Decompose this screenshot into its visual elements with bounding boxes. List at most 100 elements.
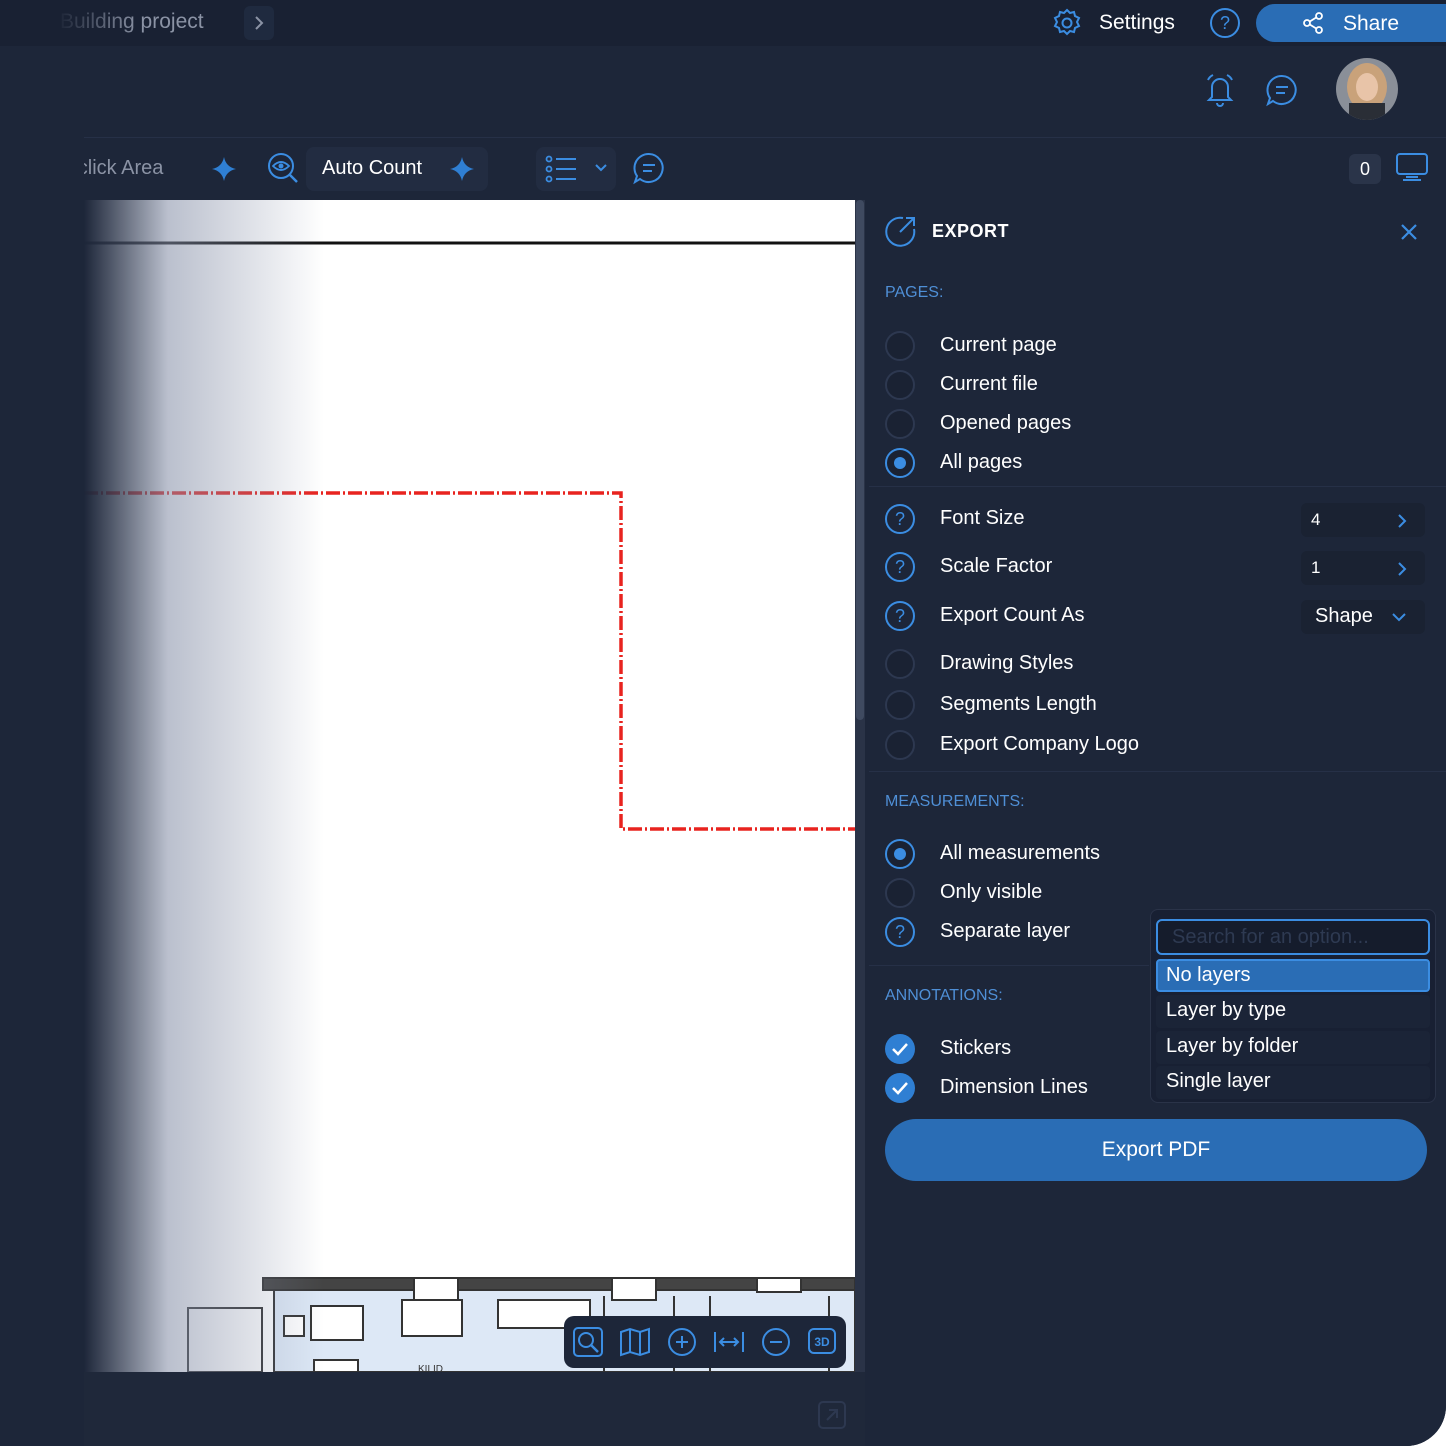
- radio-button-selected[interactable]: [885, 839, 915, 869]
- check-icon: [892, 1082, 908, 1095]
- option-label: Current file: [940, 373, 1038, 395]
- option-label: All measurements: [940, 842, 1101, 864]
- help-icon[interactable]: ?: [885, 917, 915, 947]
- zoom-fit-icon[interactable]: [572, 1326, 604, 1358]
- fit-width-icon[interactable]: [712, 1326, 746, 1358]
- chevron-right-icon[interactable]: [1397, 561, 1407, 577]
- help-icon[interactable]: ?: [885, 601, 915, 631]
- open-external-icon[interactable]: [817, 1400, 847, 1430]
- user-avatar[interactable]: [1335, 57, 1399, 121]
- help-icon[interactable]: ?: [1209, 7, 1241, 39]
- comment-icon[interactable]: [632, 151, 666, 185]
- bell-icon[interactable]: [1203, 72, 1237, 108]
- scale-factor-value: 1: [1311, 558, 1321, 577]
- option-label: Stickers: [940, 1037, 1012, 1059]
- option-label: Opened pages: [940, 412, 1072, 434]
- bottom-bar: [84, 1372, 865, 1446]
- list-view-dropdown[interactable]: [536, 147, 616, 191]
- radio-button[interactable]: [885, 331, 915, 361]
- chevron-down-icon: [1392, 613, 1406, 622]
- check-icon: [892, 1043, 908, 1056]
- option-label: Dimension Lines: [940, 1076, 1088, 1098]
- gear-icon[interactable]: [1051, 7, 1083, 39]
- dropdown-search-input[interactable]: [1156, 919, 1430, 955]
- annotations-section-label: ANNOTATIONS:: [885, 987, 1003, 1004]
- checkbox-unchecked[interactable]: [885, 649, 915, 679]
- close-icon[interactable]: [1398, 221, 1420, 243]
- option-label: All pages: [940, 451, 1023, 473]
- export-pdf-button[interactable]: Export PDF: [885, 1119, 1427, 1181]
- section-divider: [869, 771, 1446, 772]
- chevron-down-icon: [595, 164, 607, 172]
- settings-button[interactable]: Settings: [1099, 11, 1175, 35]
- top-bar: Building project Settings ? Share: [0, 0, 1446, 46]
- svg-text:3D: 3D: [814, 1335, 830, 1349]
- export-count-as-value: Shape: [1315, 605, 1373, 627]
- scale-factor-stepper[interactable]: 1: [1301, 551, 1425, 585]
- sparkle-icon: [450, 157, 474, 181]
- auto-count-button[interactable]: Auto Count: [306, 147, 488, 191]
- zoom-out-icon[interactable]: [760, 1326, 792, 1358]
- zoom-toolbar: 3D: [564, 1316, 846, 1368]
- radio-button[interactable]: [885, 370, 915, 400]
- section-divider: [869, 965, 1149, 966]
- option-label: Font Size: [940, 507, 1025, 529]
- drawing-canvas[interactable]: KILID: [84, 200, 855, 1372]
- option-label: Export Count As: [940, 604, 1085, 626]
- option-label: Separate layer: [940, 920, 1071, 942]
- dropdown-option-layer-by-type[interactable]: Layer by type: [1156, 995, 1430, 1028]
- room-label: KILID: [418, 1364, 443, 1372]
- eye-scan-icon[interactable]: [266, 151, 300, 185]
- measurements-section-label: MEASUREMENTS:: [885, 793, 1025, 810]
- dropdown-option-single-layer[interactable]: Single layer: [1156, 1066, 1430, 1099]
- share-button[interactable]: Share: [1256, 4, 1446, 42]
- pages-section-label: PAGES:: [885, 284, 944, 301]
- breadcrumb-fade: [0, 0, 140, 46]
- dropdown-option-no-layers[interactable]: No layers: [1156, 959, 1430, 992]
- panel-title: EXPORT: [932, 221, 1010, 241]
- radio-button-selected[interactable]: [885, 448, 915, 478]
- zoom-in-icon[interactable]: [666, 1326, 698, 1358]
- chevron-right-icon[interactable]: [1397, 513, 1407, 529]
- help-icon[interactable]: ?: [885, 504, 915, 534]
- app-window: Building project Settings ? Share: [0, 0, 1446, 1446]
- radio-button[interactable]: [885, 409, 915, 439]
- export-count-as-select[interactable]: Shape: [1301, 600, 1425, 634]
- layer-dropdown: No layers Layer by type Layer by folder …: [1150, 909, 1436, 1103]
- font-size-value: 4: [1311, 510, 1321, 529]
- count-badge: 0: [1349, 154, 1381, 184]
- checkbox-checked[interactable]: [885, 1073, 915, 1103]
- export-panel: EXPORT PAGES: Current page Current file …: [869, 200, 1446, 1446]
- chat-icon[interactable]: [1265, 73, 1299, 107]
- list-icon: [545, 155, 576, 183]
- checkbox-unchecked[interactable]: [885, 730, 915, 760]
- checkbox-checked[interactable]: [885, 1034, 915, 1064]
- export-pdf-label: Export PDF: [1101, 1138, 1211, 1161]
- chevron-right-icon: [255, 16, 264, 30]
- svg-text:?: ?: [1220, 13, 1230, 33]
- header-divider: [84, 137, 1446, 138]
- help-icon[interactable]: ?: [885, 552, 915, 582]
- auto-count-label: Auto Count: [322, 157, 423, 179]
- option-label: Segments Length: [940, 693, 1097, 715]
- option-label: Drawing Styles: [940, 652, 1074, 674]
- dropdown-option-layer-by-folder[interactable]: Layer by folder: [1156, 1031, 1430, 1064]
- share-label: Share: [1343, 12, 1400, 35]
- 3d-view-icon[interactable]: 3D: [806, 1326, 840, 1358]
- sparkle-icon: [212, 157, 236, 181]
- section-divider: [869, 486, 1446, 487]
- option-label: Scale Factor: [940, 555, 1053, 577]
- share-icon: [1303, 12, 1323, 34]
- monitor-icon[interactable]: [1394, 151, 1430, 185]
- font-size-stepper[interactable]: 4: [1301, 503, 1425, 537]
- export-icon: [885, 216, 916, 247]
- breadcrumb-next-button[interactable]: [244, 6, 274, 40]
- option-label: Export Company Logo: [940, 733, 1140, 755]
- map-icon[interactable]: [618, 1326, 652, 1358]
- option-label: Only visible: [940, 881, 1043, 903]
- radio-button[interactable]: [885, 878, 915, 908]
- left-fade: [0, 46, 84, 1446]
- canvas-scrollbar-thumb[interactable]: [856, 200, 864, 720]
- option-label: Current page: [940, 334, 1057, 356]
- checkbox-unchecked[interactable]: [885, 690, 915, 720]
